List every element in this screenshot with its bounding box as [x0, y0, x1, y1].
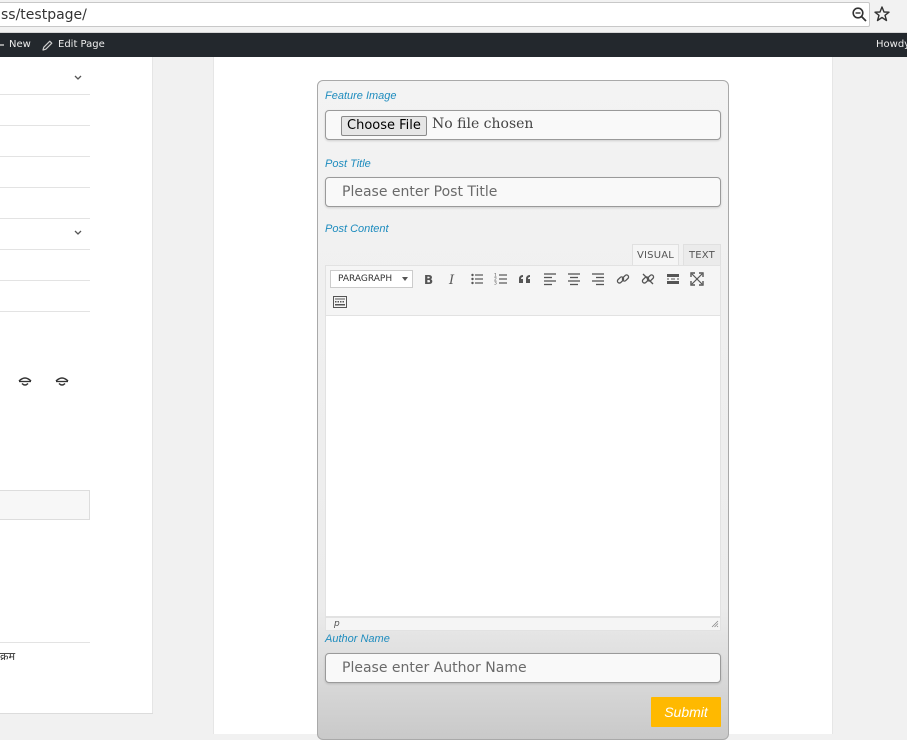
- sidebar-row[interactable]: [0, 281, 90, 312]
- address-bar[interactable]: ss/testpage/: [0, 2, 870, 27]
- post-content-label: Post Content: [325, 223, 389, 235]
- visibility-toggle-icon[interactable]: [18, 375, 32, 387]
- feature-image-field[interactable]: Choose File No file chosen: [325, 110, 721, 140]
- divider: [0, 642, 90, 643]
- svg-text:3: 3: [494, 281, 497, 287]
- feature-image-label: Feature Image: [325, 90, 397, 102]
- sidebar-row[interactable]: [0, 188, 90, 219]
- format-select[interactable]: PARAGRAPH: [330, 270, 413, 288]
- author-name-input[interactable]: Please enter Author Name: [325, 653, 721, 683]
- post-title-placeholder: Please enter Post Title: [342, 184, 498, 200]
- editor-statusbar: p: [325, 617, 721, 631]
- post-title-label: Post Title: [325, 158, 371, 170]
- bold-icon[interactable]: B: [421, 272, 435, 286]
- plus-icon[interactable]: [0, 40, 4, 50]
- zoom-out-icon[interactable]: [852, 7, 867, 22]
- sidebar-row[interactable]: [0, 64, 90, 95]
- star-icon[interactable]: [874, 6, 890, 22]
- format-select-value: PARAGRAPH: [338, 274, 393, 284]
- toolbar-toggle-icon[interactable]: [333, 295, 347, 309]
- customizer-sidebar: क्रम: [0, 57, 157, 734]
- sidebar-row[interactable]: [0, 219, 90, 250]
- editor-toolbar: PARAGRAPH B I 1 2 3: [325, 265, 721, 316]
- author-name-placeholder: Please enter Author Name: [342, 660, 527, 676]
- browser-toolbar: ss/testpage/: [0, 0, 907, 33]
- sidebar-row[interactable]: [0, 250, 90, 281]
- visibility-toggle-icon[interactable]: [55, 375, 69, 387]
- sidebar-row[interactable]: [0, 95, 90, 126]
- align-left-icon[interactable]: [543, 272, 557, 286]
- unlink-icon[interactable]: [641, 272, 655, 286]
- edit-page-link[interactable]: Edit Page: [58, 33, 105, 57]
- sidebar-row[interactable]: [0, 157, 90, 188]
- choose-file-button[interactable]: Choose File: [341, 116, 427, 136]
- pencil-icon[interactable]: [42, 40, 53, 51]
- howdy-user-link[interactable]: Howdy,: [876, 33, 907, 57]
- svg-text:B: B: [424, 273, 433, 286]
- insert-link-icon[interactable]: [616, 272, 630, 286]
- sidebar-input[interactable]: [0, 490, 90, 520]
- post-title-input[interactable]: Please enter Post Title: [325, 177, 721, 207]
- wp-admin-bar: New Edit Page Howdy,: [0, 33, 907, 57]
- new-content-link[interactable]: New: [9, 33, 31, 57]
- bullet-list-icon[interactable]: [470, 272, 484, 286]
- sidebar-row[interactable]: [0, 126, 90, 157]
- tab-visual[interactable]: VISUAL: [632, 244, 679, 265]
- blockquote-icon[interactable]: [518, 272, 532, 286]
- italic-icon[interactable]: I: [445, 272, 459, 286]
- sidebar-footer: [0, 713, 157, 734]
- dropdown-arrow-icon: [402, 277, 408, 281]
- tab-text[interactable]: TEXT: [683, 244, 721, 265]
- fullscreen-icon[interactable]: [690, 272, 704, 286]
- svg-text:I: I: [448, 273, 455, 286]
- align-right-icon[interactable]: [591, 272, 605, 286]
- align-center-icon[interactable]: [567, 272, 581, 286]
- numbered-list-icon[interactable]: 1 2 3: [494, 272, 508, 286]
- post-content-editor[interactable]: [325, 316, 721, 617]
- chevron-down-icon[interactable]: [74, 230, 82, 236]
- element-path[interactable]: p: [334, 619, 340, 629]
- resize-handle-icon[interactable]: [711, 620, 719, 628]
- read-more-icon[interactable]: [666, 272, 680, 286]
- chevron-down-icon[interactable]: [74, 75, 82, 81]
- author-name-label: Author Name: [325, 633, 390, 645]
- submit-button[interactable]: Submit: [651, 697, 721, 727]
- sidebar-text: क्रम: [0, 650, 16, 663]
- no-file-text: No file chosen: [432, 116, 534, 132]
- url-text[interactable]: ss/testpage/: [1, 7, 87, 23]
